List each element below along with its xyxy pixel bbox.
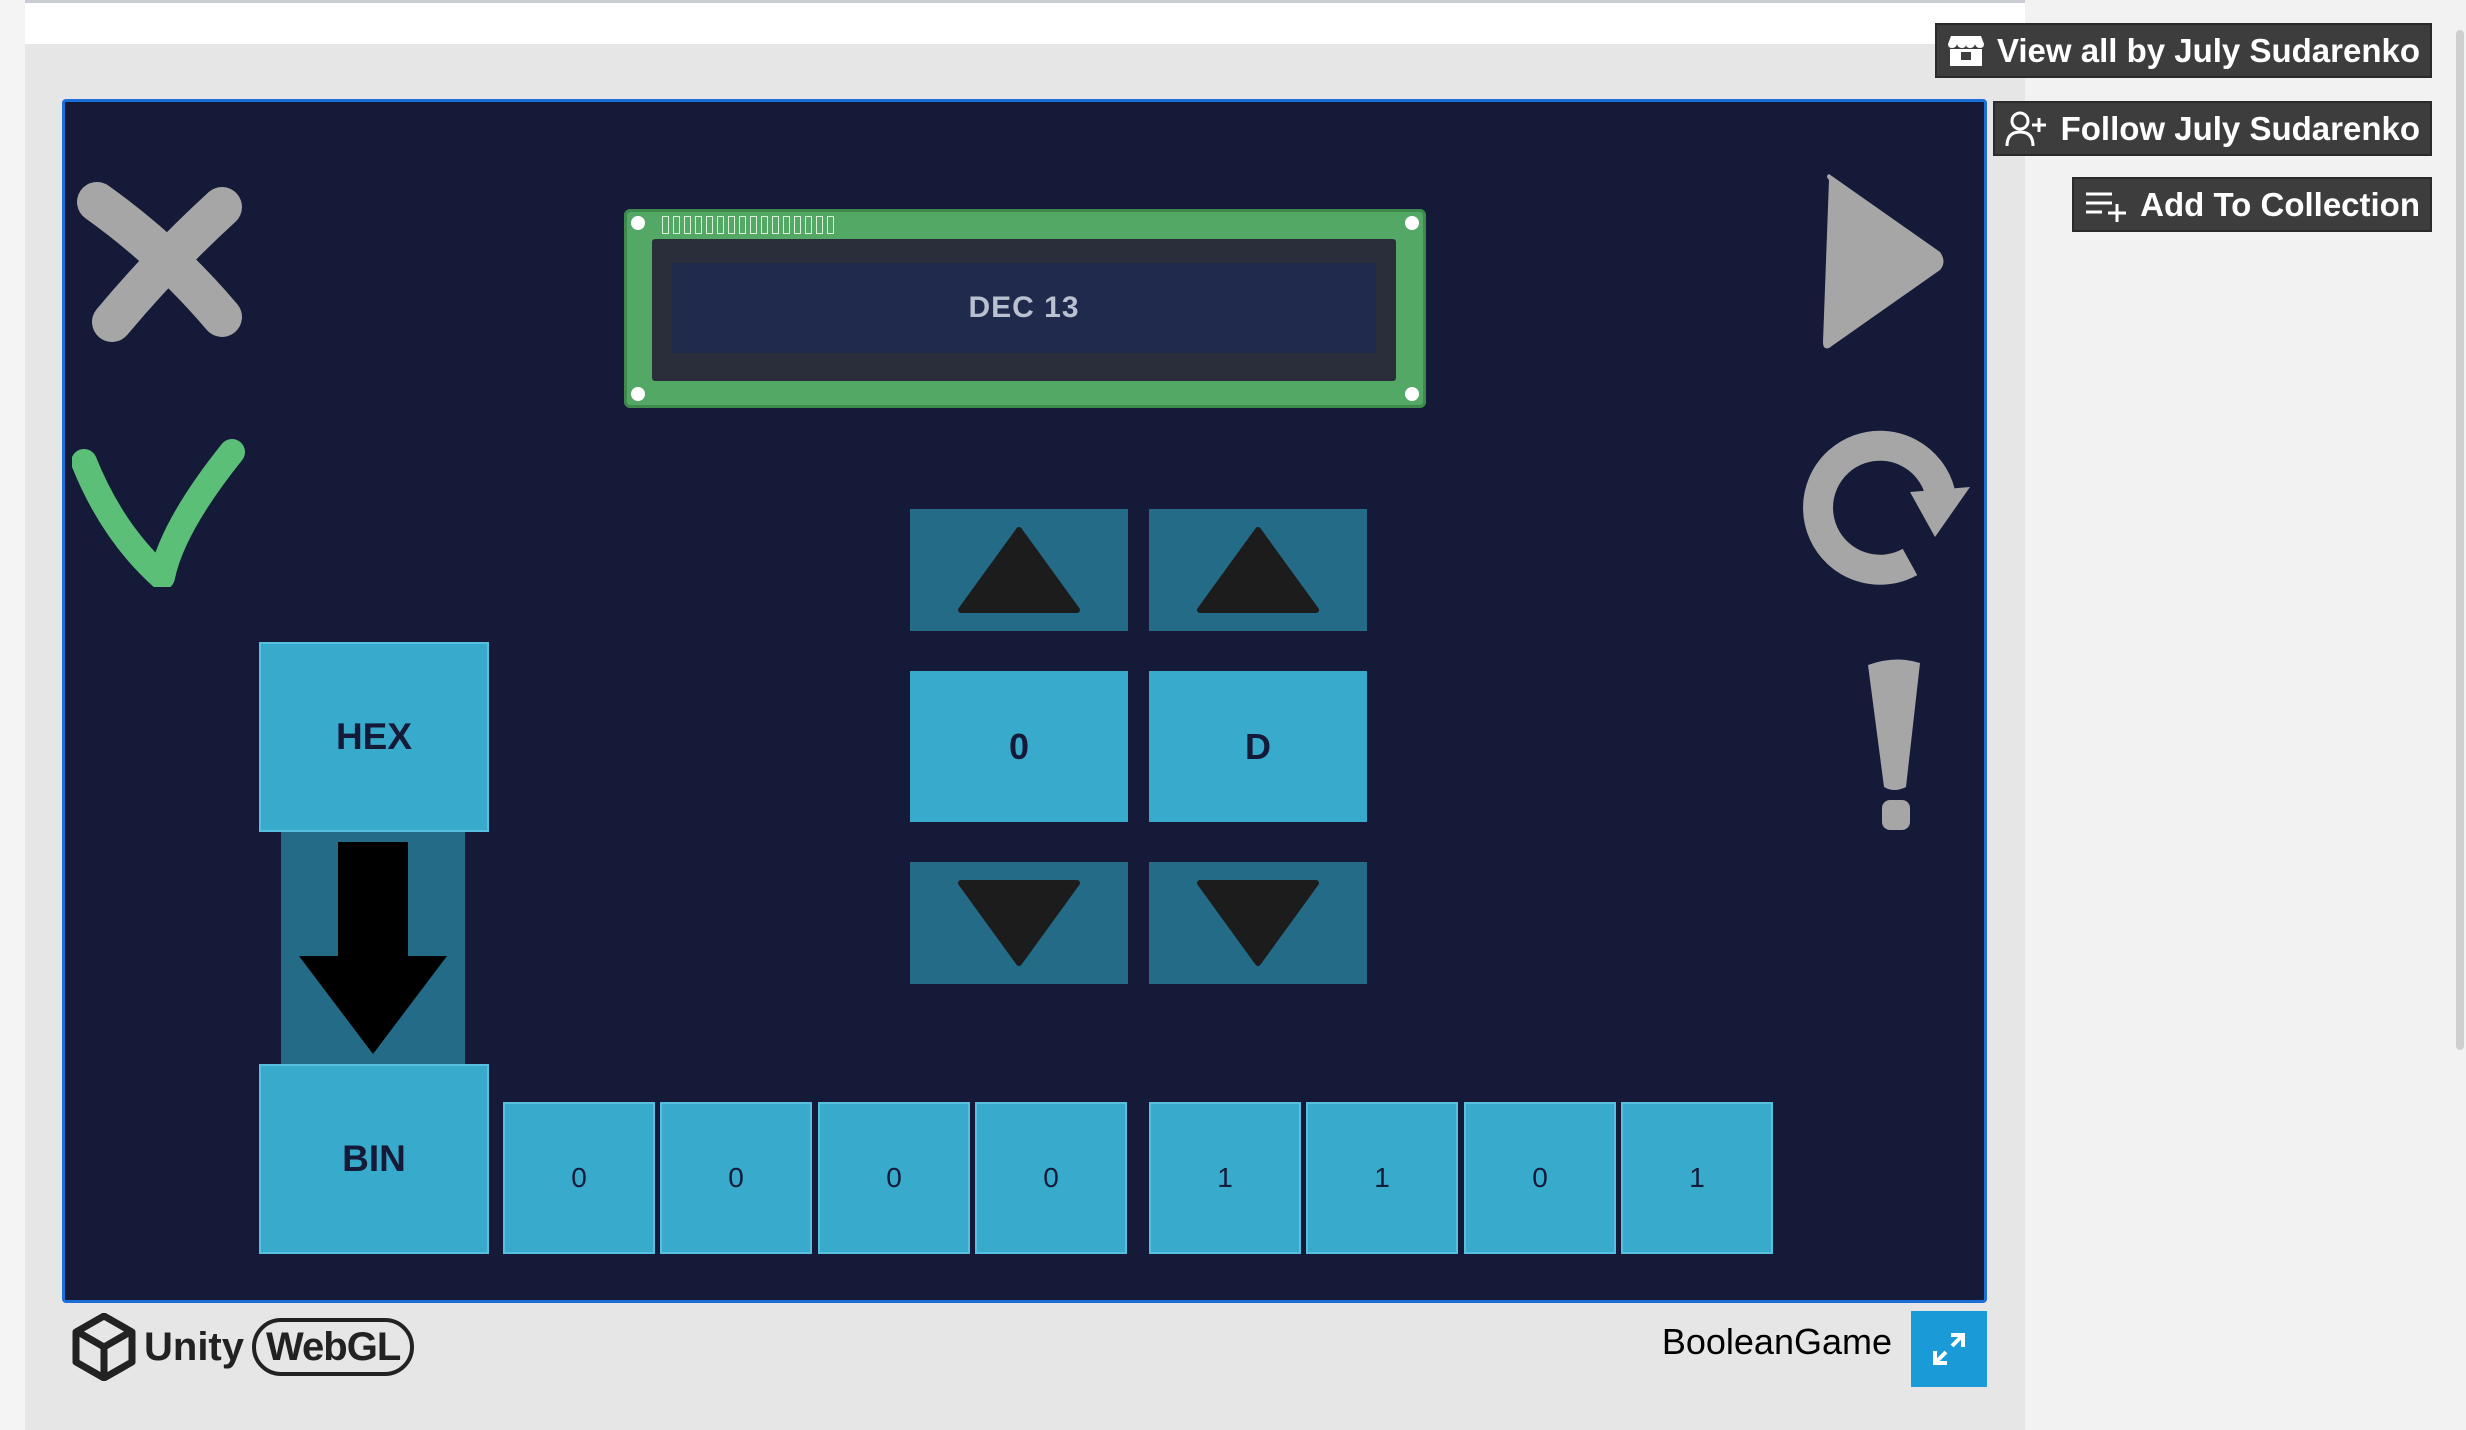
triangle-up-icon bbox=[958, 527, 1080, 613]
digit-2-up-button[interactable] bbox=[1149, 509, 1367, 631]
mount-hole bbox=[631, 216, 645, 230]
webgl-wordmark: WebGL bbox=[252, 1318, 415, 1376]
fullscreen-button[interactable] bbox=[1911, 1311, 1987, 1387]
add-to-collection-label: Add To Collection bbox=[2140, 185, 2420, 223]
triangle-down-icon bbox=[958, 880, 1080, 966]
bit-tile[interactable]: 0 bbox=[503, 1102, 655, 1254]
left-margin bbox=[0, 0, 25, 1430]
unity-webgl-logo: Unity WebGL bbox=[72, 1313, 415, 1381]
arrow-down-icon bbox=[299, 842, 447, 1054]
source-base-tile[interactable]: HEX bbox=[259, 642, 489, 832]
bit-tile[interactable]: 0 bbox=[660, 1102, 812, 1254]
exclamation-icon[interactable] bbox=[1860, 655, 1930, 835]
webgl-footer: Unity WebGL BooleanGame bbox=[62, 1303, 1987, 1387]
follow-button[interactable]: Follow July Sudarenko bbox=[1992, 101, 2432, 156]
follow-label: Follow July Sudarenko bbox=[2060, 109, 2420, 147]
check-icon[interactable] bbox=[72, 432, 252, 587]
lcd-bezel: DEC 13 bbox=[652, 239, 1396, 381]
mount-hole bbox=[1405, 216, 1419, 230]
unity-cube-icon bbox=[72, 1313, 136, 1381]
page: View all by July Sudarenko Follow July S… bbox=[0, 0, 2466, 1430]
lcd-screen: DEC 13 bbox=[672, 263, 1376, 353]
mount-hole bbox=[1405, 387, 1419, 401]
mount-hole bbox=[631, 387, 645, 401]
game-canvas[interactable]: DEC 13 0 D HEX BIN 0 0 0 0 1 1 0 1 bbox=[62, 99, 1987, 1303]
game-title: BooleanGame bbox=[1661, 1321, 1892, 1362]
scrollbar[interactable] bbox=[2456, 30, 2464, 1050]
bit-tile[interactable]: 1 bbox=[1149, 1102, 1301, 1254]
playlist-add-icon bbox=[2086, 192, 2127, 222]
bit-tile[interactable]: 1 bbox=[1306, 1102, 1458, 1254]
lcd-display: DEC 13 bbox=[624, 209, 1426, 408]
top-bar bbox=[25, 0, 2025, 44]
fullscreen-icon bbox=[1933, 1333, 1965, 1365]
unity-wordmark: Unity bbox=[144, 1324, 244, 1369]
restart-icon[interactable] bbox=[1800, 422, 1980, 587]
digit-1-down-button[interactable] bbox=[910, 862, 1128, 984]
add-user-icon bbox=[2005, 111, 2046, 146]
view-all-label: View all by July Sudarenko bbox=[1996, 31, 2420, 69]
bit-tile[interactable]: 0 bbox=[818, 1102, 970, 1254]
lcd-pins bbox=[662, 216, 834, 234]
bit-tile[interactable]: 1 bbox=[1621, 1102, 1773, 1254]
bit-tile[interactable]: 0 bbox=[1464, 1102, 1616, 1254]
close-icon[interactable] bbox=[72, 172, 252, 347]
bit-tile[interactable]: 0 bbox=[975, 1102, 1127, 1254]
digit-2-down-button[interactable] bbox=[1149, 862, 1367, 984]
play-icon[interactable] bbox=[1815, 170, 1955, 355]
target-base-tile[interactable]: BIN bbox=[259, 1064, 489, 1254]
digit-1-tile: 0 bbox=[910, 671, 1128, 822]
view-all-button[interactable]: View all by July Sudarenko bbox=[1934, 23, 2432, 78]
triangle-down-icon bbox=[1197, 880, 1319, 966]
itch-store-icon bbox=[1947, 35, 1984, 66]
convert-arrow-panel bbox=[281, 832, 465, 1064]
digit-1-up-button[interactable] bbox=[910, 509, 1128, 631]
triangle-up-icon bbox=[1197, 527, 1319, 613]
digit-2-tile: D bbox=[1149, 671, 1367, 822]
add-to-collection-button[interactable]: Add To Collection bbox=[2072, 177, 2432, 232]
